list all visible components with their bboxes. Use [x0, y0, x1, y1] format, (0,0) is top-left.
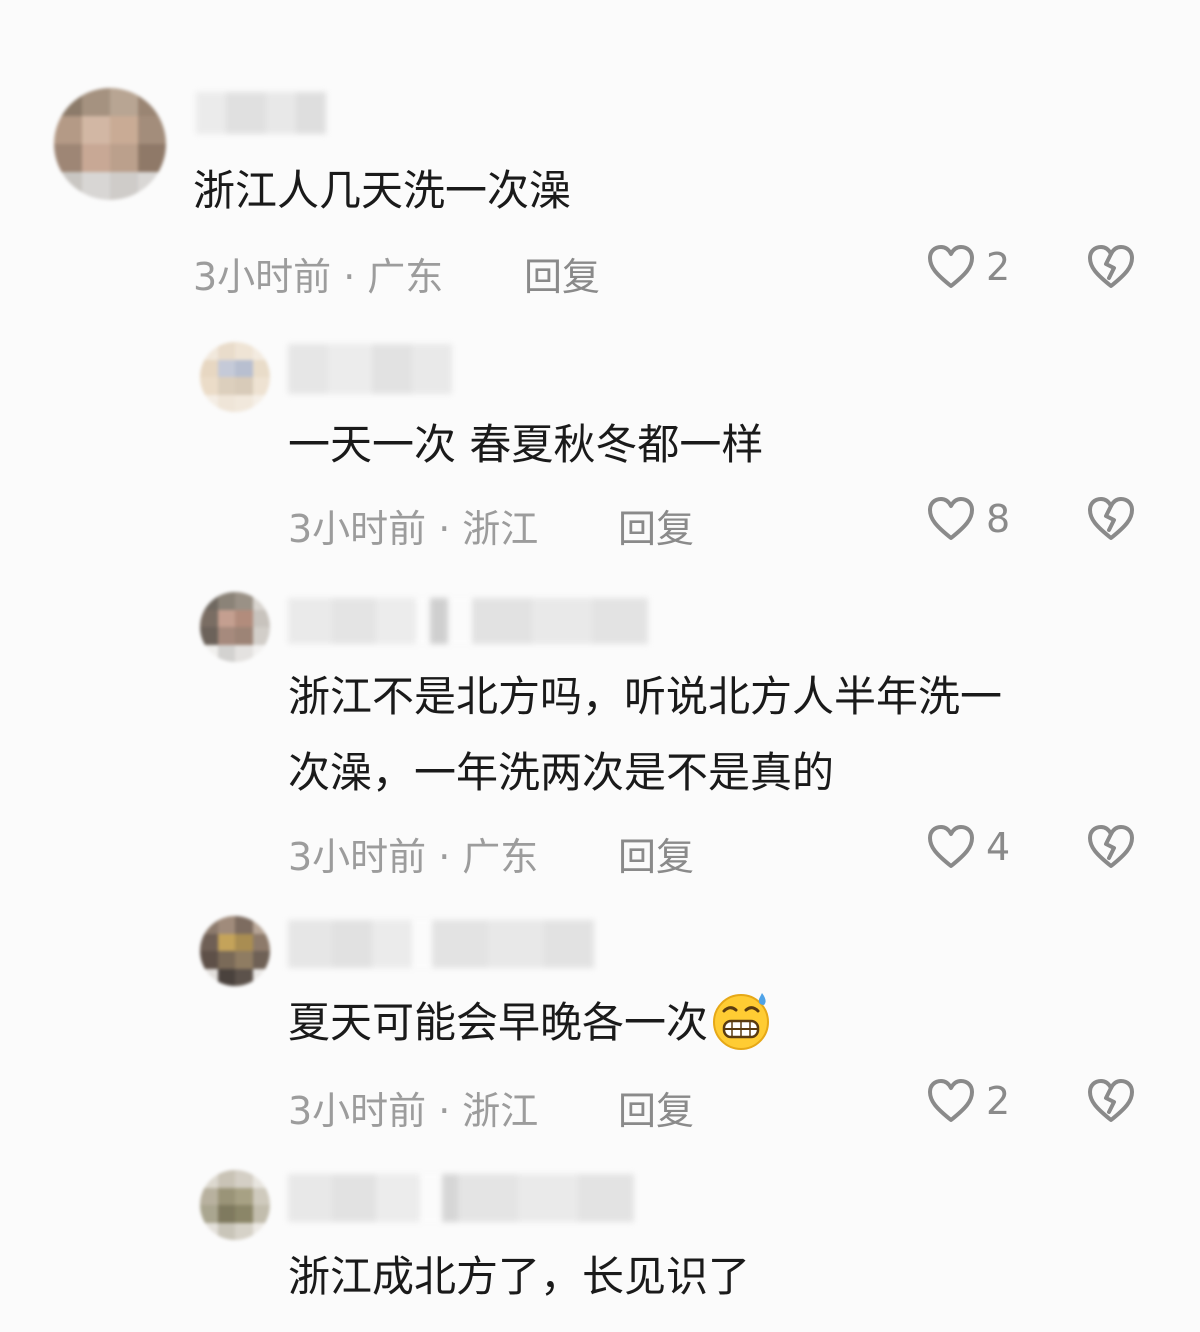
- meta-separator: ·: [438, 1089, 451, 1133]
- comment-meta: 3小时前 · 广东: [193, 246, 443, 301]
- heart-icon: [928, 1079, 974, 1122]
- comment-2: 一天一次 春夏秋冬都一样 3小时前 · 浙江 回复 8: [0, 320, 1200, 580]
- dislike-button[interactable]: [1086, 242, 1136, 296]
- like-count: 8: [986, 497, 1011, 541]
- heart-icon: [928, 245, 974, 288]
- avatar[interactable]: [200, 1170, 270, 1240]
- broken-heart-icon: [1088, 825, 1134, 868]
- reply-button[interactable]: 回复: [618, 1080, 694, 1135]
- reply-button[interactable]: 回复: [618, 498, 694, 553]
- comment-time: 3小时前: [193, 255, 332, 299]
- dislike-button[interactable]: [1086, 822, 1136, 876]
- username-blurred[interactable]: [288, 598, 648, 644]
- reply-button[interactable]: 回复: [524, 246, 600, 301]
- comment-location: 广东: [462, 835, 539, 879]
- meta-separator: ·: [438, 835, 451, 879]
- comment-meta: 3小时前 · 浙江: [288, 1080, 538, 1135]
- comment-text: 浙江人几天洗一次澡: [193, 166, 572, 215]
- comment-location: 浙江: [462, 507, 539, 551]
- username-blurred[interactable]: [288, 344, 452, 394]
- dislike-button[interactable]: [1086, 1076, 1136, 1130]
- comment-text-line-1: 浙江不是北方吗，听说北方人半年洗一: [288, 672, 1003, 721]
- avatar[interactable]: [200, 592, 270, 662]
- meta-separator: ·: [343, 255, 356, 299]
- meta-separator: ·: [438, 507, 451, 551]
- comment-text-line-2: 次澡，一年洗两次是不是真的: [288, 748, 835, 797]
- like-count: 2: [986, 1079, 1011, 1123]
- like-count: 2: [986, 245, 1011, 289]
- username-blurred[interactable]: [288, 1174, 634, 1222]
- like-button[interactable]: 2: [926, 242, 1010, 292]
- username-blurred[interactable]: [196, 92, 326, 134]
- comment-5: 浙江成北方了，长见识了: [0, 1160, 1200, 1332]
- avatar[interactable]: [200, 342, 270, 412]
- comment-time: 3小时前: [288, 507, 427, 551]
- broken-heart-icon: [1088, 245, 1134, 288]
- like-button[interactable]: 4: [926, 822, 1010, 872]
- comment-meta: 3小时前 · 广东: [288, 826, 538, 881]
- grimacing-sweat-emoji-icon: [713, 993, 770, 1050]
- heart-icon: [928, 825, 974, 868]
- comment-time: 3小时前: [288, 1089, 427, 1133]
- broken-heart-icon: [1088, 1079, 1134, 1122]
- avatar[interactable]: [200, 916, 270, 986]
- comment-1: 浙江人几天洗一次澡 3小时前 · 广东 回复 2: [0, 0, 1200, 320]
- like-count: 4: [986, 825, 1011, 869]
- heart-icon: [928, 497, 974, 540]
- avatar[interactable]: [54, 88, 166, 200]
- comment-location: 浙江: [462, 1089, 539, 1133]
- reply-button[interactable]: 回复: [618, 826, 694, 881]
- comment-4: 夏天可能会早晚各一次 3小时前 · 浙江 回复 2: [0, 900, 1200, 1160]
- like-button[interactable]: 2: [926, 1076, 1010, 1126]
- like-button[interactable]: 8: [926, 494, 1010, 544]
- comment-3: 浙江不是北方吗，听说北方人半年洗一 次澡，一年洗两次是不是真的 3小时前 · 广东 …: [0, 580, 1200, 900]
- comment-text-content: 夏天可能会早晚各一次: [288, 998, 709, 1047]
- dislike-button[interactable]: [1086, 494, 1136, 548]
- username-blurred[interactable]: [288, 920, 594, 968]
- comment-location: 广东: [367, 255, 444, 299]
- comment-meta: 3小时前 · 浙江: [288, 498, 538, 553]
- comment-text: 一天一次 春夏秋冬都一样: [288, 420, 764, 469]
- comment-text: 夏天可能会早晚各一次: [288, 984, 772, 1062]
- comment-time: 3小时前: [288, 835, 427, 879]
- comment-text: 浙江成北方了，长见识了: [288, 1252, 751, 1301]
- broken-heart-icon: [1088, 497, 1134, 540]
